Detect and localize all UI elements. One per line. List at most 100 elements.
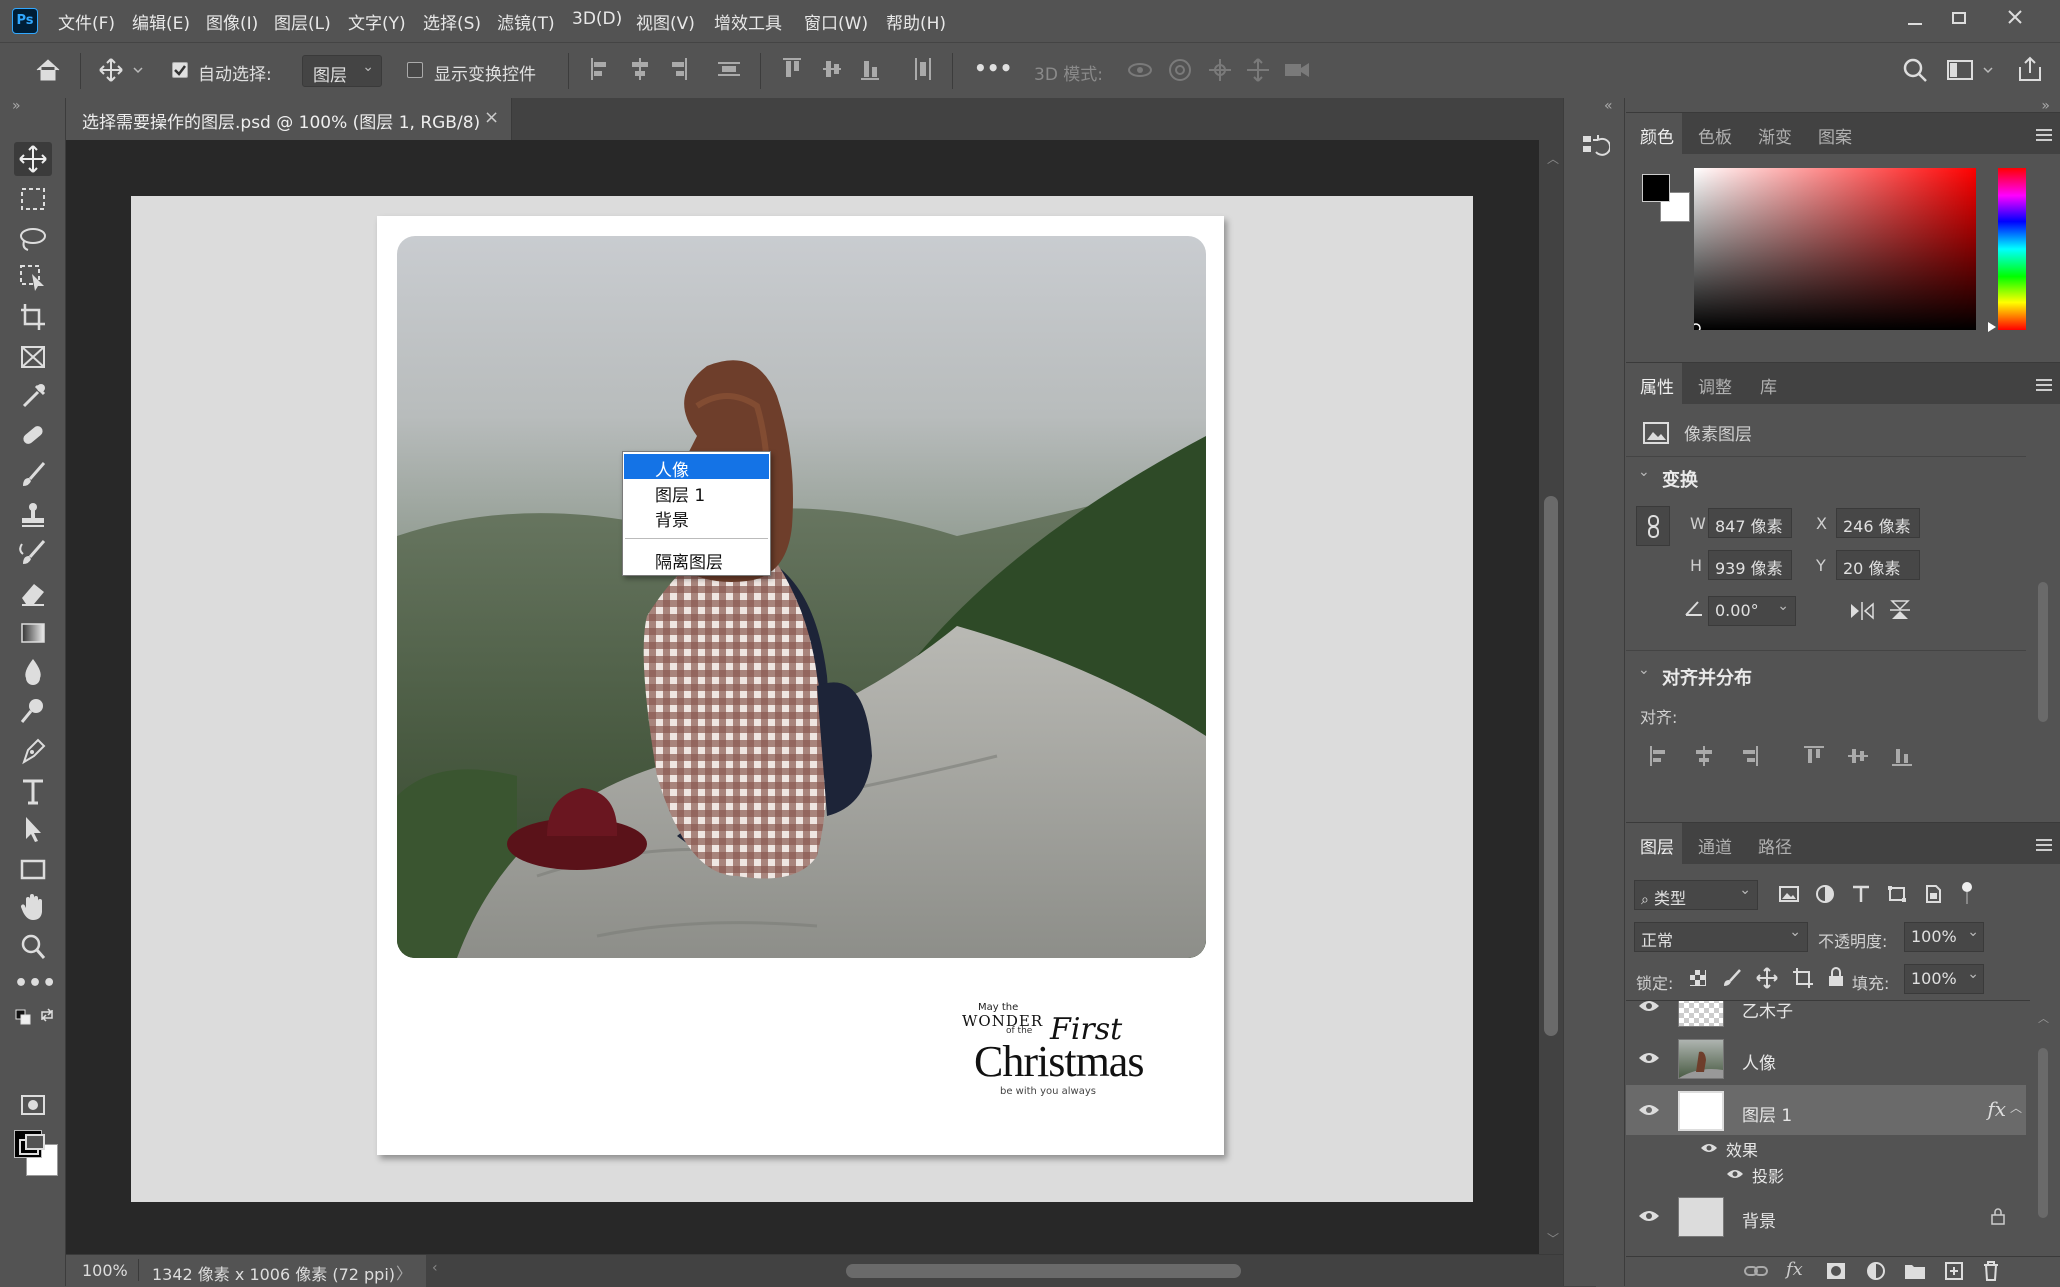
close-icon[interactable]	[2006, 8, 2024, 26]
tab-patterns[interactable]: 图案	[1818, 123, 1852, 148]
3d-pan-icon[interactable]	[1206, 57, 1234, 83]
properties-scrollbar[interactable]	[2030, 462, 2056, 872]
swap-colors-icon[interactable]	[38, 1006, 56, 1024]
gradient-tool-icon[interactable]	[14, 616, 52, 650]
distribute-vertical-icon[interactable]	[716, 55, 742, 83]
document-tab[interactable]: 选择需要操作的图层.psd @ 100% (图层 1, RGB/8) ×	[66, 98, 512, 140]
show-transform-checkbox[interactable]	[407, 62, 423, 78]
tab-color[interactable]: 颜色	[1640, 123, 1674, 148]
lock-position-icon[interactable]	[1756, 967, 1778, 989]
marquee-tool-icon[interactable]	[14, 182, 52, 216]
collapse-transform-icon[interactable]: ⌄	[1638, 464, 1650, 480]
align-top-edges-icon[interactable]	[780, 55, 804, 83]
menu-window[interactable]: 窗口(W)	[804, 9, 868, 34]
menu-3d[interactable]: 3D(D)	[572, 9, 622, 29]
pen-tool-icon[interactable]	[14, 734, 52, 768]
default-colors-icon[interactable]	[14, 1008, 32, 1026]
eye-icon[interactable]	[1638, 1103, 1660, 1117]
link-layers-icon[interactable]	[1744, 1263, 1768, 1279]
effect-row-drop-shadow[interactable]: 投影	[1626, 1161, 2026, 1187]
lasso-tool-icon[interactable]	[14, 222, 52, 256]
dodge-tool-icon[interactable]	[14, 694, 52, 728]
effects-row[interactable]: 效果	[1626, 1135, 2026, 1161]
layer-filter-dropdown[interactable]: ⌕ 类型 ⌄	[1634, 880, 1758, 910]
lock-transparent-icon[interactable]	[1688, 968, 1708, 988]
history-panel-icon[interactable]	[1580, 132, 1610, 162]
workspace-layout-icon[interactable]	[1946, 57, 1996, 83]
align-right-edges-icon[interactable]	[666, 55, 690, 83]
eye-icon[interactable]	[1638, 1209, 1660, 1223]
fx-icon[interactable]: fx	[1987, 1097, 2006, 1121]
crop-tool-icon[interactable]	[14, 300, 52, 334]
vertical-scroll-thumb[interactable]	[1544, 496, 1558, 1036]
search-icon[interactable]	[1902, 57, 1928, 83]
move-tool-preset-icon[interactable]	[98, 57, 144, 83]
eye-icon[interactable]	[1726, 1168, 1744, 1180]
eyedropper-tool-icon[interactable]	[14, 378, 52, 412]
panel-align-middle-icon[interactable]	[1846, 744, 1870, 768]
context-item-portrait[interactable]: 人像	[624, 454, 769, 481]
zoom-level[interactable]: 100%	[82, 1261, 128, 1280]
scroll-down-icon[interactable]: ﹀	[1547, 1230, 1559, 1247]
healing-brush-tool-icon[interactable]	[14, 418, 52, 452]
color-field[interactable]	[1694, 168, 1976, 330]
menu-image[interactable]: 图像(I)	[206, 9, 258, 34]
3d-roll-icon[interactable]	[1166, 57, 1194, 83]
filter-adjustment-icon[interactable]	[1814, 884, 1836, 904]
eye-icon[interactable]	[1638, 1051, 1660, 1065]
auto-select-target-dropdown[interactable]: 图层 ⌄	[302, 55, 382, 87]
quick-mask-icon[interactable]	[14, 1088, 52, 1122]
layers-scrollbar[interactable]: ︿	[2030, 1002, 2056, 1254]
width-input[interactable]: 847 像素	[1708, 508, 1792, 538]
collapse-align-icon[interactable]: ⌄	[1638, 662, 1650, 678]
y-input[interactable]: 20 像素	[1836, 550, 1920, 580]
layer-row[interactable]: 乙木子	[1626, 1001, 2026, 1033]
panel-align-bottom-icon[interactable]	[1890, 744, 1914, 768]
object-selection-tool-icon[interactable]	[14, 260, 52, 294]
panel-align-left-icon[interactable]	[1648, 744, 1672, 768]
panel-align-top-icon[interactable]	[1802, 744, 1826, 768]
vertical-scrollbar[interactable]: ︿ ﹀	[1539, 140, 1563, 1254]
align-horizontal-centers-icon[interactable]	[628, 55, 652, 83]
collapse-toolbar-icon[interactable]: »	[12, 98, 21, 114]
tab-layers[interactable]: 图层	[1640, 833, 1674, 858]
auto-select-checkbox[interactable]	[172, 62, 188, 78]
align-vertical-centers-icon[interactable]	[820, 55, 844, 83]
lock-artboard-icon[interactable]	[1792, 967, 1814, 989]
link-dimensions-button[interactable]	[1636, 506, 1670, 546]
panel-align-center-icon[interactable]	[1692, 744, 1716, 768]
more-options-icon[interactable]: •••	[974, 56, 1012, 80]
align-left-edges-icon[interactable]	[588, 55, 612, 83]
panel-align-right-icon[interactable]	[1736, 744, 1760, 768]
flip-vertical-icon[interactable]	[1888, 598, 1912, 622]
tab-adjustments[interactable]: 调整	[1698, 373, 1732, 398]
panel-foreground-swatch[interactable]	[1642, 174, 1670, 202]
layer-row[interactable]: 背景	[1626, 1191, 2026, 1243]
filter-pixel-icon[interactable]	[1778, 884, 1800, 904]
3d-camera-icon[interactable]	[1282, 58, 1312, 82]
eraser-tool-icon[interactable]	[14, 576, 52, 610]
horizontal-scroll-thumb[interactable]	[846, 1264, 1241, 1278]
edit-toolbar-icon[interactable]: •••	[14, 970, 56, 1004]
home-icon[interactable]	[34, 57, 62, 83]
3d-orbit-icon[interactable]	[1126, 57, 1154, 83]
hue-slider[interactable]	[1998, 168, 2026, 330]
context-item-isolate-layers[interactable]: 隔离图层	[624, 546, 769, 573]
photoshop-logo[interactable]: Ps	[12, 8, 38, 34]
lock-all-icon[interactable]	[1826, 966, 1846, 988]
type-tool-icon[interactable]	[14, 774, 52, 808]
menu-view[interactable]: 视图(V)	[636, 9, 695, 34]
tab-swatches[interactable]: 色板	[1698, 123, 1732, 148]
fill-input[interactable]: 100% ⌄	[1904, 964, 1984, 994]
collapse-effects-icon[interactable]: ︿	[2010, 1099, 2022, 1116]
filter-toggle-icon[interactable]	[1960, 880, 1974, 908]
status-menu-arrow[interactable]: 〉	[396, 1260, 412, 1284]
context-item-layer-1[interactable]: 图层 1	[624, 479, 769, 506]
menu-type[interactable]: 文字(Y)	[348, 9, 406, 34]
angle-input[interactable]: 0.00° ⌄	[1708, 596, 1796, 626]
filter-smart-object-icon[interactable]	[1922, 884, 1944, 904]
menu-select[interactable]: 选择(S)	[423, 9, 481, 34]
align-bottom-edges-icon[interactable]	[858, 55, 882, 83]
horizontal-scrollbar[interactable]: ‹ ›	[426, 1255, 1596, 1287]
context-item-background[interactable]: 背景	[624, 504, 769, 531]
